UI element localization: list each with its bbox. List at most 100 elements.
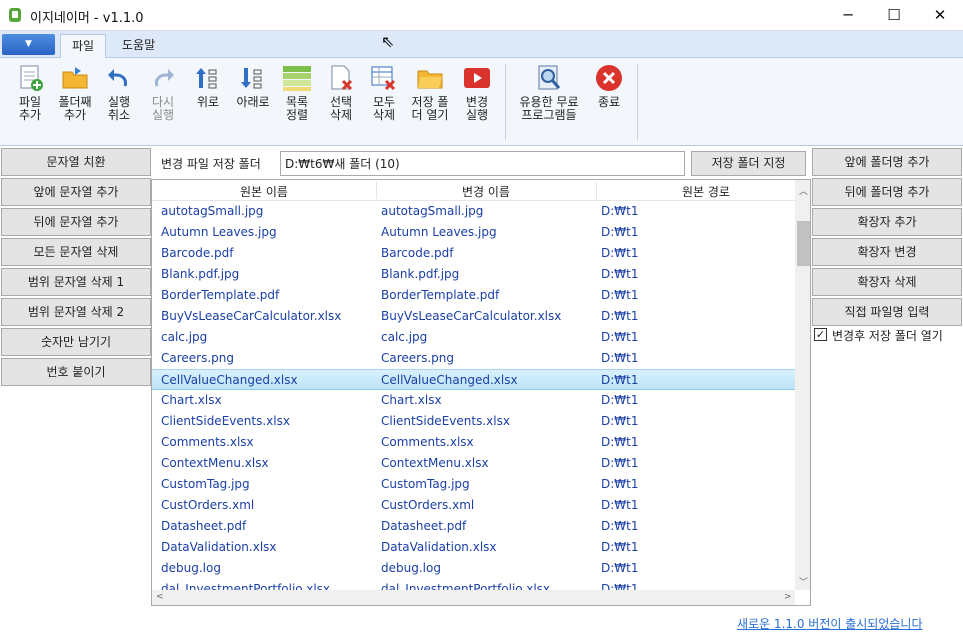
- cell-original-name: DataValidation.xlsx: [161, 540, 277, 554]
- prepend-string-button[interactable]: 앞에 문자열 추가: [1, 178, 151, 206]
- cell-original-path: D:₩t1: [601, 309, 639, 323]
- table-row[interactable]: ContextMenu.xlsx ContextMenu.xlsx D:₩t1: [152, 453, 795, 474]
- toolbar-separator: [637, 64, 638, 140]
- file-list-rows: autotagSmall.jpg autotagSmall.jpg D:₩t1 Aut…: [152, 201, 795, 600]
- column-original-path[interactable]: 원본 경로: [596, 183, 810, 200]
- column-original-name[interactable]: 원본 이름: [152, 183, 376, 200]
- set-save-folder-button[interactable]: 저장 폴더 지정: [691, 151, 806, 176]
- table-row[interactable]: ClientSideEvents.xlsx ClientSideEvents.xl…: [152, 411, 795, 432]
- window-title: 이지네이머 - v1.1.0: [30, 11, 144, 26]
- delete-extension-button[interactable]: 확장자 삭제: [812, 268, 962, 296]
- horizontal-scrollbar[interactable]: < >: [152, 590, 795, 605]
- cell-original-name: Chart.xlsx: [161, 393, 222, 407]
- move-down-icon: [239, 64, 267, 92]
- cell-renamed-name: BuyVsLeaseCarCalculator.xlsx: [381, 309, 562, 323]
- title-bar: 이지네이머 - v1.1.0 ─ ☐ ✕: [0, 0, 963, 31]
- table-row[interactable]: debug.log debug.log D:₩t1: [152, 558, 795, 579]
- maximize-button[interactable]: ☐: [871, 0, 917, 31]
- exit-icon: [595, 64, 623, 92]
- table-row[interactable]: CellValueChanged.xlsx CellValueChanged.xl…: [152, 369, 795, 390]
- redo-button[interactable]: 다시 실행: [148, 62, 178, 132]
- prepend-folder-name-button[interactable]: 앞에 폴더명 추가: [812, 148, 962, 176]
- scrollbar-thumb[interactable]: [797, 221, 810, 266]
- cell-renamed-name: ContextMenu.xlsx: [381, 456, 489, 470]
- save-folder-field[interactable]: D:₩t6₩새 폴더 (10): [280, 151, 685, 176]
- cell-renamed-name: autotagSmall.jpg: [381, 204, 484, 218]
- tab-help[interactable]: 도움말: [111, 34, 166, 58]
- add-folder-button[interactable]: 폴더째 추가: [55, 62, 95, 132]
- sort-list-button[interactable]: 목록 정렬: [280, 62, 314, 132]
- append-string-button[interactable]: 뒤에 문자열 추가: [1, 208, 151, 236]
- ribbon-tab-bar: ▼ 파일 도움말: [0, 31, 963, 58]
- vertical-scrollbar[interactable]: ︿ ﹀: [795, 180, 810, 590]
- append-folder-name-button[interactable]: 뒤에 폴더명 추가: [812, 178, 962, 206]
- run-rename-button[interactable]: 변경 실행: [459, 62, 495, 132]
- cell-renamed-name: DataValidation.xlsx: [381, 540, 497, 554]
- replace-string-button[interactable]: 문자열 치환: [1, 148, 151, 176]
- delete-range-2-button[interactable]: 범위 문자열 삭제 2: [1, 298, 151, 326]
- cell-original-path: D:₩t1: [601, 373, 639, 387]
- cell-original-name: Comments.xlsx: [161, 435, 254, 449]
- programs-icon: [535, 64, 563, 92]
- undo-button[interactable]: 실행 취소: [104, 62, 134, 132]
- cell-renamed-name: Blank.pdf.jpg: [381, 267, 460, 281]
- change-extension-button[interactable]: 확장자 변경: [812, 238, 962, 266]
- cell-original-name: Datasheet.pdf: [161, 519, 247, 533]
- cell-original-name: BorderTemplate.pdf: [161, 288, 280, 302]
- cell-original-path: D:₩t1: [601, 246, 639, 260]
- delete-selected-button[interactable]: 선택 삭제: [324, 62, 358, 132]
- table-row[interactable]: CustomTag.jpg CustomTag.jpg D:₩t1: [152, 474, 795, 495]
- cell-original-name: CustOrders.xml: [161, 498, 255, 512]
- delete-selected-icon: [327, 64, 355, 92]
- close-button[interactable]: ✕: [917, 0, 963, 31]
- ribbon-toolbar: 파일 추가 폴더째 추가 실행 취소 다시 실행 위로 아래로 목록 정렬 선택 삭제 모두…: [0, 58, 963, 146]
- cell-original-path: D:₩t1: [601, 225, 639, 239]
- save-folder-label: 변경 파일 저장 폴더: [161, 157, 261, 171]
- cell-original-path: D:₩t1: [601, 477, 639, 491]
- table-row[interactable]: Careers.png Careers.png D:₩t1: [152, 348, 795, 369]
- table-row[interactable]: Barcode.pdf Barcode.pdf D:₩t1: [152, 243, 795, 264]
- cell-original-path: D:₩t1: [601, 498, 639, 512]
- cell-original-name: Autumn Leaves.jpg: [161, 225, 277, 239]
- table-row[interactable]: calc.jpg calc.jpg D:₩t1: [152, 327, 795, 348]
- table-row[interactable]: Datasheet.pdf Datasheet.pdf D:₩t1: [152, 516, 795, 537]
- toolbar-separator: [505, 64, 506, 140]
- application-menu-button[interactable]: ▼: [2, 34, 55, 55]
- cell-renamed-name: Comments.xlsx: [381, 435, 474, 449]
- cell-original-name: Careers.png: [161, 351, 235, 365]
- add-folder-icon: [61, 64, 89, 92]
- cell-renamed-name: Autumn Leaves.jpg: [381, 225, 497, 239]
- add-numbering-button[interactable]: 번호 붙이기: [1, 358, 151, 386]
- cell-original-path: D:₩t1: [601, 540, 639, 554]
- move-up-button[interactable]: 위로: [193, 62, 223, 132]
- tab-file[interactable]: 파일: [60, 34, 107, 58]
- minimize-button[interactable]: ─: [825, 0, 871, 31]
- update-notice-link[interactable]: 새로운 1.1.0 버전이 출시되었습니다: [737, 615, 923, 632]
- open-save-folder-button[interactable]: 저장 폴더 열기: [408, 62, 452, 132]
- add-extension-button[interactable]: 확장자 추가: [812, 208, 962, 236]
- cell-original-name: ClientSideEvents.xlsx: [161, 414, 290, 428]
- cell-original-name: CustomTag.jpg: [161, 477, 250, 491]
- table-row[interactable]: Chart.xlsx Chart.xlsx D:₩t1: [152, 390, 795, 411]
- open-after-change-checkbox[interactable]: ✓: [814, 328, 827, 341]
- table-row[interactable]: autotagSmall.jpg autotagSmall.jpg D:₩t1: [152, 201, 795, 222]
- column-renamed-name[interactable]: 변경 이름: [376, 183, 596, 200]
- table-row[interactable]: BuyVsLeaseCarCalculator.xlsx BuyVsLeaseCa…: [152, 306, 795, 327]
- table-row[interactable]: CustOrders.xml CustOrders.xml D:₩t1: [152, 495, 795, 516]
- sort-list-icon: [283, 64, 311, 92]
- exit-button[interactable]: 종료: [593, 62, 625, 132]
- table-row[interactable]: Blank.pdf.jpg Blank.pdf.jpg D:₩t1: [152, 264, 795, 285]
- delete-all-button[interactable]: 모두 삭제: [367, 62, 401, 132]
- table-row[interactable]: Autumn Leaves.jpg Autumn Leaves.jpg D:₩t1: [152, 222, 795, 243]
- direct-filename-input-button[interactable]: 직접 파일명 입력: [812, 298, 962, 326]
- table-row[interactable]: Comments.xlsx Comments.xlsx D:₩t1: [152, 432, 795, 453]
- move-down-button[interactable]: 아래로: [233, 62, 273, 132]
- table-row[interactable]: BorderTemplate.pdf BorderTemplate.pdf D:₩t…: [152, 285, 795, 306]
- keep-numbers-button[interactable]: 숫자만 남기기: [1, 328, 151, 356]
- table-row[interactable]: DataValidation.xlsx DataValidation.xlsx D:…: [152, 537, 795, 558]
- delete-all-strings-button[interactable]: 모든 문자열 삭제: [1, 238, 151, 266]
- free-programs-button[interactable]: 유용한 무료 프로그램들: [513, 62, 585, 132]
- file-list-header: 원본 이름 변경 이름 원본 경로: [152, 180, 795, 201]
- delete-range-1-button[interactable]: 범위 문자열 삭제 1: [1, 268, 151, 296]
- add-file-button[interactable]: 파일 추가: [12, 62, 48, 132]
